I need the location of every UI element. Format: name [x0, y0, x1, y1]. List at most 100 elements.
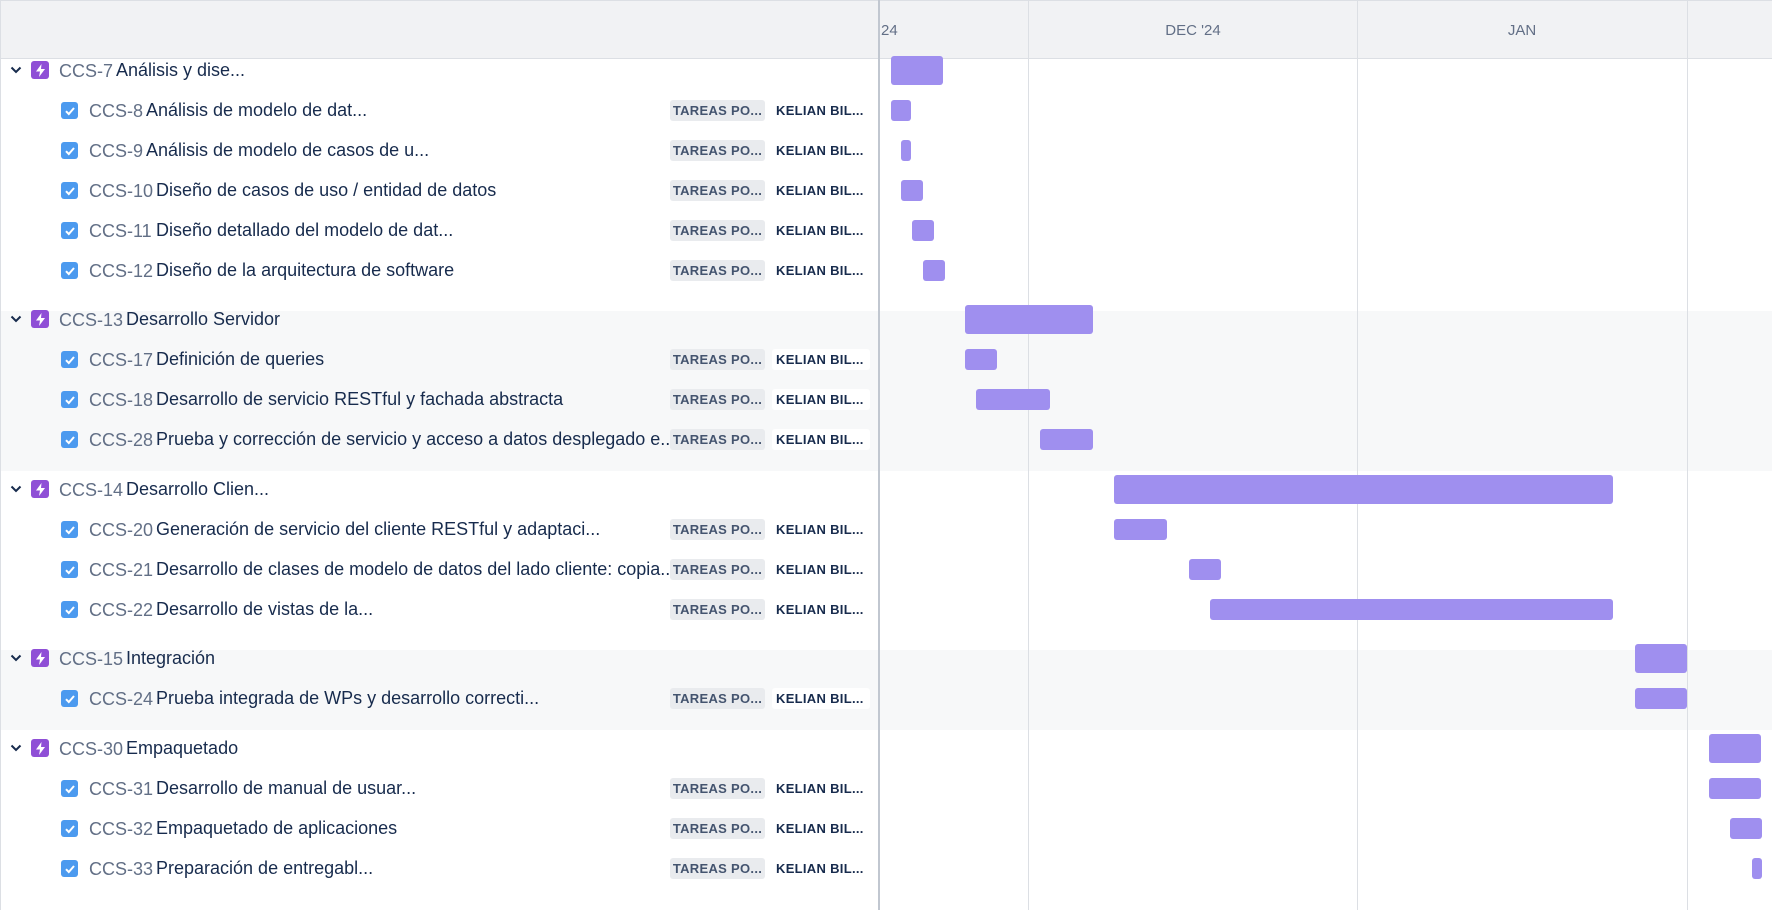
task-bar[interactable]	[923, 260, 945, 281]
status-lozenge[interactable]: TAREAS PO...	[670, 100, 765, 121]
task-row[interactable]: CCS-11 Diseño detallado del modelo de dat…	[0, 210, 878, 250]
task-key[interactable]: CCS-12	[89, 261, 153, 282]
assignee-label[interactable]: KELIAN BIL...	[772, 599, 870, 620]
chevron-down-icon[interactable]	[9, 63, 23, 77]
task-key[interactable]: CCS-24	[89, 689, 153, 710]
status-lozenge[interactable]: TAREAS PO...	[670, 140, 765, 161]
epic-key[interactable]: CCS-13	[59, 310, 123, 331]
status-lozenge[interactable]: TAREAS PO...	[670, 559, 765, 580]
task-title[interactable]: Diseño de casos de uso / entidad de dato…	[156, 180, 496, 201]
assignee-label[interactable]: KELIAN BIL...	[772, 429, 870, 450]
task-row[interactable]: CCS-18 Desarrollo de servicio RESTful y f…	[0, 379, 878, 419]
task-title[interactable]: Diseño detallado del modelo de dat...	[156, 220, 453, 241]
task-bar[interactable]	[1752, 858, 1762, 879]
chevron-down-icon[interactable]	[9, 741, 23, 755]
task-key[interactable]: CCS-28	[89, 430, 153, 451]
status-lozenge[interactable]: TAREAS PO...	[670, 688, 765, 709]
task-title[interactable]: Prueba integrada de WPs y desarrollo cor…	[156, 688, 539, 709]
task-title[interactable]: Diseño de la arquitectura de software	[156, 260, 454, 281]
task-bar[interactable]	[1114, 519, 1167, 540]
task-key[interactable]: CCS-8	[89, 101, 143, 122]
task-key[interactable]: CCS-17	[89, 350, 153, 371]
task-bar[interactable]	[1040, 429, 1093, 450]
assignee-label[interactable]: KELIAN BIL...	[772, 688, 870, 709]
task-key[interactable]: CCS-21	[89, 560, 153, 581]
status-lozenge[interactable]: TAREAS PO...	[670, 349, 765, 370]
task-row[interactable]: CCS-32 Empaquetado de aplicaciones TAREAS …	[0, 808, 878, 848]
status-lozenge[interactable]: TAREAS PO...	[670, 519, 765, 540]
task-title[interactable]: Desarrollo de servicio RESTful y fachada…	[156, 389, 563, 410]
task-title[interactable]: Definición de queries	[156, 349, 324, 370]
task-row[interactable]: CCS-9 Análisis de modelo de casos de u...…	[0, 130, 878, 170]
epic-bar[interactable]	[891, 56, 943, 85]
epic-title[interactable]: Integración	[126, 648, 215, 669]
task-bar[interactable]	[1635, 688, 1687, 709]
assignee-label[interactable]: KELIAN BIL...	[772, 260, 870, 281]
task-row[interactable]: CCS-12 Diseño de la arquitectura de softw…	[0, 250, 878, 290]
task-row[interactable]: CCS-33 Preparación de entregabl... TAREAS …	[0, 848, 878, 888]
task-bar[interactable]	[965, 349, 997, 370]
task-key[interactable]: CCS-9	[89, 141, 143, 162]
task-bar[interactable]	[1189, 559, 1221, 580]
epic-key[interactable]: CCS-14	[59, 480, 123, 501]
assignee-label[interactable]: KELIAN BIL...	[772, 389, 870, 410]
task-row[interactable]: CCS-22 Desarrollo de vistas de la... TAREA…	[0, 589, 878, 629]
task-row[interactable]: CCS-17 Definición de queries TAREAS PO... K…	[0, 339, 878, 379]
assignee-label[interactable]: KELIAN BIL...	[772, 349, 870, 370]
epic-title[interactable]: Desarrollo Clien...	[126, 479, 269, 500]
epic-row[interactable]: CCS-13 Desarrollo Servidor	[0, 299, 878, 339]
task-row[interactable]: CCS-20 Generación de servicio del cliente…	[0, 509, 878, 549]
task-key[interactable]: CCS-31	[89, 779, 153, 800]
task-title[interactable]: Desarrollo de vistas de la...	[156, 599, 373, 620]
task-bar[interactable]	[912, 220, 934, 241]
task-row[interactable]: CCS-21 Desarrollo de clases de modelo de …	[0, 549, 878, 589]
task-row[interactable]: CCS-10 Diseño de casos de uso / entidad d…	[0, 170, 878, 210]
task-title[interactable]: Desarrollo de clases de modelo de datos …	[156, 559, 675, 580]
assignee-label[interactable]: KELIAN BIL...	[772, 180, 870, 201]
epic-row[interactable]: CCS-7 Análisis y dise...	[0, 50, 878, 90]
status-lozenge[interactable]: TAREAS PO...	[670, 858, 765, 879]
assignee-label[interactable]: KELIAN BIL...	[772, 519, 870, 540]
task-key[interactable]: CCS-22	[89, 600, 153, 621]
task-title[interactable]: Análisis de modelo de casos de u...	[146, 140, 429, 161]
epic-title[interactable]: Desarrollo Servidor	[126, 309, 280, 330]
task-bar[interactable]	[901, 180, 923, 201]
epic-key[interactable]: CCS-15	[59, 649, 123, 670]
task-bar[interactable]	[1709, 778, 1761, 799]
assignee-label[interactable]: KELIAN BIL...	[772, 858, 870, 879]
task-bar[interactable]	[1730, 818, 1762, 839]
assignee-label[interactable]: KELIAN BIL...	[772, 778, 870, 799]
task-row[interactable]: CCS-24 Prueba integrada de WPs y desarrol…	[0, 678, 878, 718]
task-title[interactable]: Prueba y corrección de servicio y acceso…	[156, 429, 675, 450]
status-lozenge[interactable]: TAREAS PO...	[670, 220, 765, 241]
epic-title[interactable]: Análisis y dise...	[116, 60, 245, 81]
task-row[interactable]: CCS-8 Análisis de modelo de dat... TAREAS …	[0, 90, 878, 130]
chevron-down-icon[interactable]	[9, 651, 23, 665]
task-row[interactable]: CCS-31 Desarrollo de manual de usuar... TA…	[0, 768, 878, 808]
assignee-label[interactable]: KELIAN BIL...	[772, 559, 870, 580]
panel-divider[interactable]	[878, 0, 880, 910]
epic-key[interactable]: CCS-7	[59, 61, 113, 82]
task-key[interactable]: CCS-11	[89, 221, 152, 242]
chevron-down-icon[interactable]	[9, 312, 23, 326]
status-lozenge[interactable]: TAREAS PO...	[670, 429, 765, 450]
task-title[interactable]: Desarrollo de manual de usuar...	[156, 778, 416, 799]
status-lozenge[interactable]: TAREAS PO...	[670, 599, 765, 620]
task-title[interactable]: Análisis de modelo de dat...	[146, 100, 367, 121]
task-bar[interactable]	[891, 100, 911, 121]
task-title[interactable]: Empaquetado de aplicaciones	[156, 818, 397, 839]
task-bar[interactable]	[976, 389, 1050, 410]
epic-bar[interactable]	[1114, 475, 1613, 504]
epic-title[interactable]: Empaquetado	[126, 738, 238, 759]
epic-row[interactable]: CCS-14 Desarrollo Clien...	[0, 469, 878, 509]
task-key[interactable]: CCS-32	[89, 819, 153, 840]
epic-row[interactable]: CCS-15 Integración	[0, 638, 878, 678]
task-key[interactable]: CCS-10	[89, 181, 153, 202]
assignee-label[interactable]: KELIAN BIL...	[772, 818, 870, 839]
epic-bar[interactable]	[1635, 644, 1687, 673]
assignee-label[interactable]: KELIAN BIL...	[772, 220, 870, 241]
task-title[interactable]: Preparación de entregabl...	[156, 858, 373, 879]
task-bar[interactable]	[901, 140, 911, 161]
epic-bar[interactable]	[1709, 734, 1761, 763]
status-lozenge[interactable]: TAREAS PO...	[670, 260, 765, 281]
